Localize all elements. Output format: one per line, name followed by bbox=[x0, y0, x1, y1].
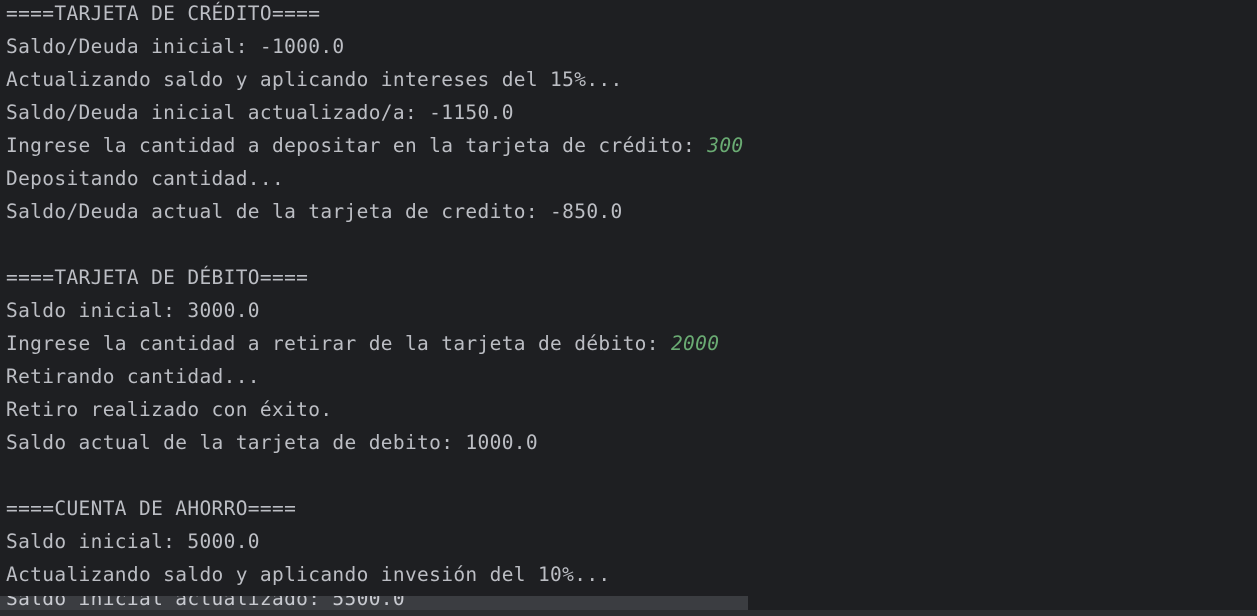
console-line-savings-updating: Actualizando saldo y aplicando invesión … bbox=[6, 563, 611, 586]
deposit-input-value: 300 bbox=[707, 134, 744, 157]
console-line-savings-initial: Saldo inicial: 5000.0 bbox=[6, 530, 260, 553]
console-line-debit-header: ====TARJETA DE DÉBITO==== bbox=[6, 266, 309, 289]
partial-line-text: Saldo inicial actualizado: 5500.0 bbox=[6, 596, 405, 610]
console-line-credit-depositing: Depositando cantidad... bbox=[6, 167, 285, 190]
console-line-savings-header: ====CUENTA DE AHORRO==== bbox=[6, 497, 297, 520]
console-line-debit-success: Retiro realizado con éxito. bbox=[6, 398, 333, 421]
deposit-prompt-text: Ingrese la cantidad a depositar en la ta… bbox=[6, 134, 708, 157]
withdraw-input-value: 2000 bbox=[670, 332, 720, 355]
console-line-credit-updating: Actualizando saldo y aplicando intereses… bbox=[6, 68, 623, 91]
withdraw-prompt-text: Ingrese la cantidad a retirar de la tarj… bbox=[6, 332, 671, 355]
console-line-debit-withdraw-prompt: Ingrese la cantidad a retirar de la tarj… bbox=[6, 327, 1257, 360]
console-line-debit-withdrawing: Retirando cantidad... bbox=[6, 365, 260, 388]
console-output[interactable]: ====TARJETA DE CRÉDITO==== Saldo/Deuda i… bbox=[0, 0, 1257, 616]
console-line-credit-updated: Saldo/Deuda inicial actualizado/a: -1150… bbox=[6, 101, 514, 124]
console-line-credit-deposit-prompt: Ingrese la cantidad a depositar en la ta… bbox=[6, 129, 1257, 162]
console-line-credit-current: Saldo/Deuda actual de la tarjeta de cred… bbox=[6, 200, 623, 223]
console-line-credit-header: ====TARJETA DE CRÉDITO==== bbox=[6, 2, 321, 25]
console-line-savings-updated-partial: Saldo inicial actualizado: 5500.0 bbox=[0, 596, 748, 610]
console-lines: ====TARJETA DE CRÉDITO==== Saldo/Deuda i… bbox=[6, 0, 1257, 591]
console-line-debit-initial: Saldo inicial: 3000.0 bbox=[6, 299, 260, 322]
console-bottom-edge bbox=[0, 610, 1257, 616]
console-line-debit-current: Saldo actual de la tarjeta de debito: 10… bbox=[6, 431, 538, 454]
console-line-credit-initial: Saldo/Deuda inicial: -1000.0 bbox=[6, 35, 345, 58]
